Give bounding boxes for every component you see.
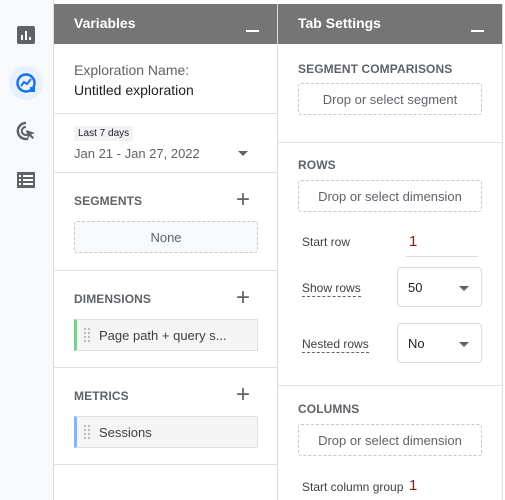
metrics-title: METRICS [74,389,129,403]
add-segment-plus-icon[interactable]: + [236,188,250,212]
date-range: Jan 21 - Jan 27, 2022 [74,146,200,161]
exploration-name-label: Exploration Name: [74,62,190,78]
bar-chart-icon[interactable] [9,18,43,52]
date-range-chip: Last 7 days [74,126,134,141]
dimension-chip[interactable]: Page path + query s... [74,319,258,351]
rows-title: ROWS [298,158,336,172]
panel-title: Tab Settings [298,15,381,31]
show-rows-select[interactable]: 50 [397,267,482,307]
dimension-label: Page path + query s... [99,327,227,343]
add-metric-plus-icon[interactable]: + [236,383,250,407]
left-rail [0,0,54,500]
show-rows-label: Show rows [302,281,361,297]
nested-rows-label: Nested rows [302,337,369,353]
tab-settings-panel: Tab Settings SEGMENT COMPARISONS Drop or… [278,4,503,500]
exploration-name-input[interactable]: Untitled exploration [74,82,194,98]
segment-comparisons-title: SEGMENT COMPARISONS [298,62,453,76]
rows-drop-zone[interactable]: Drop or select dimension [298,180,482,212]
nested-rows-value: No [408,336,425,351]
dropdown-caret-icon [238,151,248,156]
panel-title: Variables [74,15,136,31]
dimensions-title: DIMENSIONS [74,292,152,306]
tab-settings-header: Tab Settings [278,4,502,44]
segment-drop-zone[interactable]: Drop or select segment [298,83,482,115]
dropdown-caret-icon [459,342,469,347]
start-row-input[interactable]: 1 [406,233,478,257]
columns-drop-zone[interactable]: Drop or select dimension [298,424,482,456]
date-range-picker[interactable]: Last 7 days Jan 21 - Jan 27, 2022 [74,126,258,166]
drag-handle-icon[interactable] [83,424,91,440]
metric-chip[interactable]: Sessions [74,416,258,448]
columns-title: COLUMNS [298,402,360,416]
minimize-icon[interactable] [246,30,259,32]
metric-label: Sessions [99,424,152,440]
drag-handle-icon[interactable] [83,327,91,343]
add-dimension-plus-icon[interactable]: + [236,286,250,310]
segments-title: SEGMENTS [74,194,143,208]
variables-header: Variables [54,4,277,44]
start-column-group-input[interactable]: 1 [409,477,417,494]
minimize-icon[interactable] [471,30,484,32]
exploration-icon[interactable] [9,66,43,100]
start-column-group-label: Start column group [302,480,404,494]
list-table-icon[interactable] [9,163,43,197]
segment-item[interactable]: None [74,221,258,253]
nested-rows-select[interactable]: No [397,323,482,363]
dropdown-caret-icon [459,286,469,291]
click-cursor-icon[interactable] [9,114,43,148]
show-rows-value: 50 [408,280,423,295]
start-row-label: Start row [302,235,351,249]
variables-panel: Variables Exploration Name: Untitled exp… [54,4,278,500]
